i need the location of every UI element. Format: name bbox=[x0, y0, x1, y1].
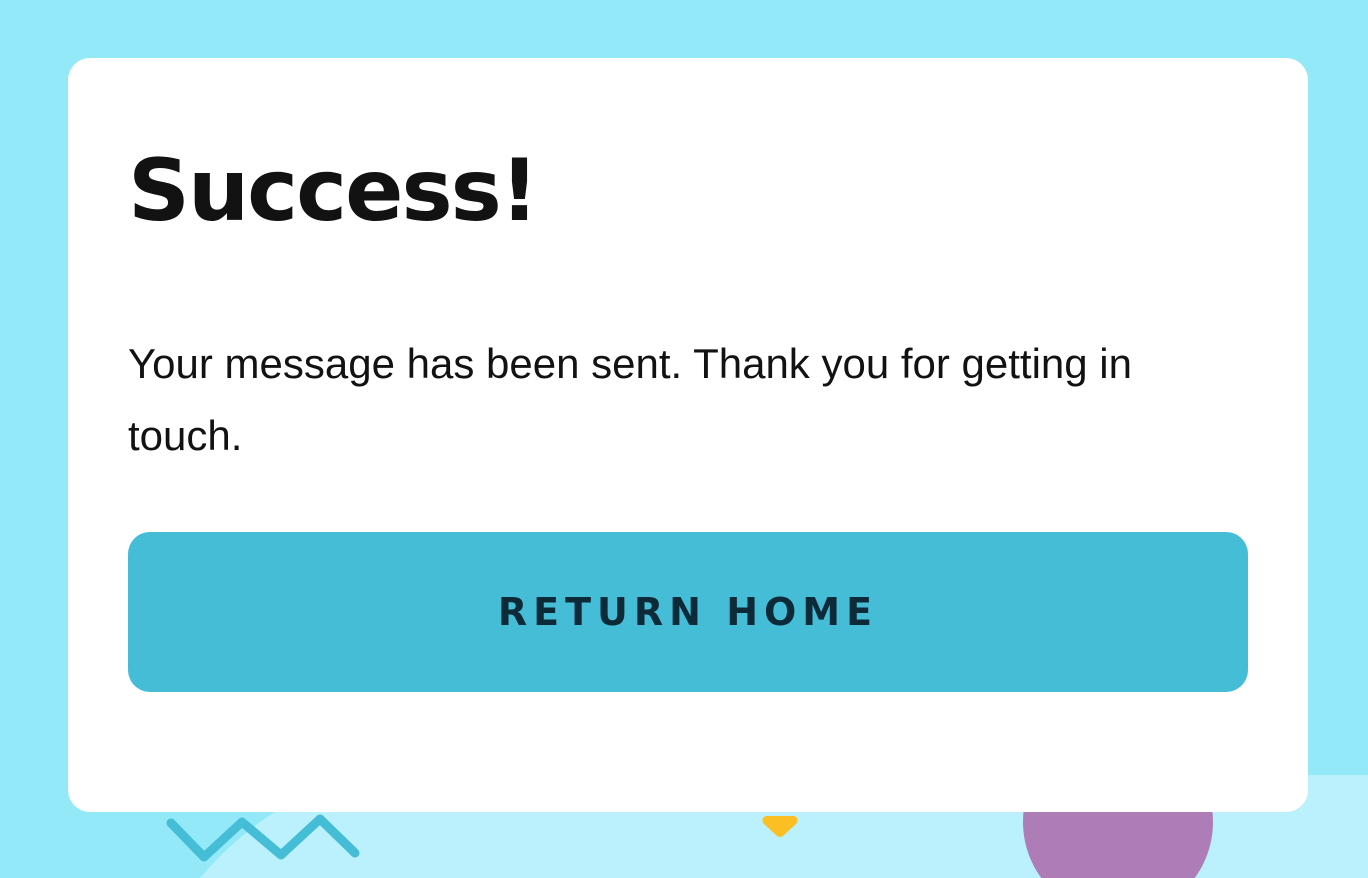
success-message: Your message has been sent. Thank you fo… bbox=[128, 340, 1133, 459]
return-home-button[interactable]: RETURN HOME bbox=[128, 532, 1248, 692]
return-home-button-label: RETURN HOME bbox=[497, 590, 879, 634]
page-title: Success! bbox=[128, 141, 539, 241]
success-card: Success! Your message has been sent. Tha… bbox=[68, 58, 1308, 812]
